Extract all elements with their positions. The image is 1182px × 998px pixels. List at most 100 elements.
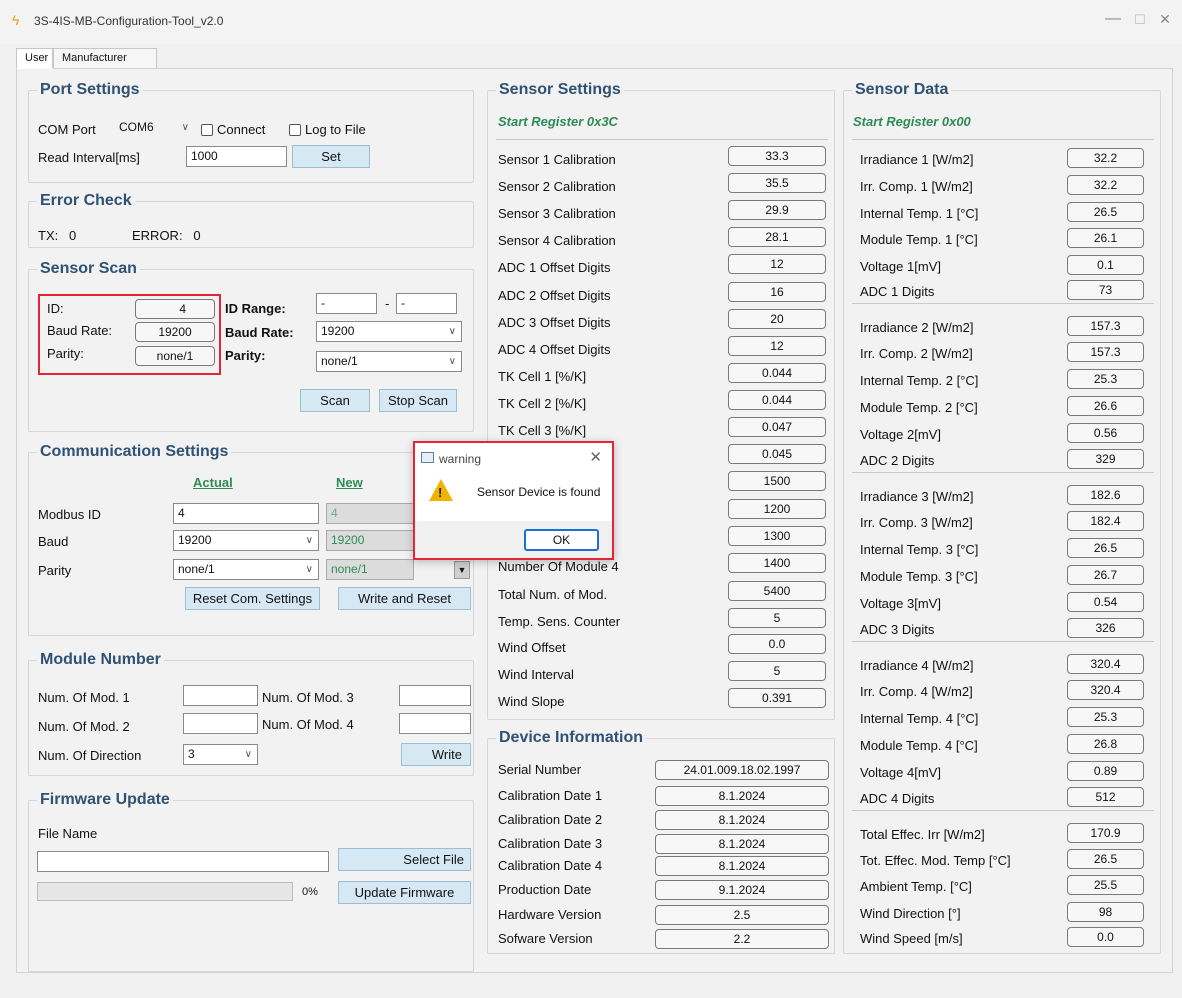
update-firmware-button[interactable]: Update Firmware bbox=[338, 881, 471, 904]
sensor-setting-value: 16 bbox=[728, 282, 826, 302]
stop-scan-button[interactable]: Stop Scan bbox=[379, 389, 457, 412]
modbus-new-input[interactable]: 4 bbox=[326, 503, 414, 524]
close-button[interactable]: ✕ bbox=[1150, 11, 1180, 28]
divider bbox=[852, 472, 1154, 473]
sensor-data-value: 25.5 bbox=[1067, 875, 1144, 895]
log-to-file-checkbox[interactable]: Log to File bbox=[289, 122, 366, 137]
sensor-data-label: Internal Temp. 3 [°C] bbox=[860, 542, 979, 557]
id-range-to-input[interactable]: - bbox=[396, 293, 457, 314]
sensor-setting-label: Number Of Module 4 bbox=[498, 559, 619, 574]
sensor-data-value: 157.3 bbox=[1067, 316, 1144, 336]
baud-label: Baud bbox=[38, 534, 69, 549]
minimize-button[interactable]: — bbox=[1098, 10, 1128, 28]
module-write-button[interactable]: Write bbox=[401, 743, 471, 766]
mod4-input[interactable] bbox=[399, 713, 471, 734]
mod1-label: Num. Of Mod. 1 bbox=[38, 690, 130, 705]
sensor-data-label: Voltage 1[mV] bbox=[860, 259, 941, 274]
sensor-data-value: 32.2 bbox=[1067, 148, 1144, 168]
device-info-value: 8.1.2024 bbox=[655, 786, 829, 806]
device-info-value: 8.1.2024 bbox=[655, 834, 829, 854]
connect-checkbox[interactable]: Connect bbox=[201, 122, 265, 137]
mod2-input[interactable] bbox=[183, 713, 258, 734]
chevron-down-icon: ∨ bbox=[181, 122, 189, 133]
ok-button[interactable]: OK bbox=[524, 529, 599, 551]
direction-select[interactable]: 3 ∨ bbox=[183, 744, 258, 765]
firmware-progress-percent: 0% bbox=[302, 886, 318, 898]
sensor-data-value: 26.5 bbox=[1067, 849, 1144, 869]
sensor-data-label: ADC 3 Digits bbox=[860, 622, 935, 637]
actual-header: Actual bbox=[193, 475, 233, 490]
sensor-data-value: 26.8 bbox=[1067, 734, 1144, 754]
sensor-scan-title: Sensor Scan bbox=[37, 260, 140, 278]
sensor-setting-label: ADC 1 Offset Digits bbox=[498, 260, 611, 275]
device-info-label: Calibration Date 2 bbox=[498, 812, 603, 827]
set-button[interactable]: Set bbox=[292, 145, 370, 168]
sensor-settings-start-register: Start Register 0x3C bbox=[498, 114, 618, 129]
parity-new-select[interactable]: none/1 bbox=[326, 559, 414, 580]
baud-new-select[interactable]: 19200 bbox=[326, 530, 414, 551]
tab-manufacturer[interactable]: Manufacturer bbox=[53, 48, 157, 69]
sensor-data-value: 182.6 bbox=[1067, 485, 1144, 505]
sensor-setting-value: 1500 bbox=[728, 471, 826, 491]
divider bbox=[496, 139, 828, 140]
sensor-setting-label: ADC 3 Offset Digits bbox=[498, 315, 611, 330]
sensor-setting-label: TK Cell 3 [%/K] bbox=[498, 423, 587, 438]
device-info-value: 24.01.009.18.02.1997 bbox=[655, 760, 829, 780]
scan-button[interactable]: Scan bbox=[300, 389, 370, 412]
sensor-data-value: 0.56 bbox=[1067, 423, 1144, 443]
device-info-label: Calibration Date 3 bbox=[498, 836, 603, 851]
sensor-setting-label: Sensor 1 Calibration bbox=[498, 152, 616, 167]
dropdown-arrow-icon[interactable]: ▼ bbox=[454, 561, 470, 579]
divider bbox=[852, 303, 1154, 304]
sensor-data-value: 0.0 bbox=[1067, 927, 1144, 947]
sensor-setting-value: 12 bbox=[728, 336, 826, 356]
tab-user[interactable]: User bbox=[16, 48, 53, 69]
sensor-data-label: Module Temp. 1 [°C] bbox=[860, 232, 978, 247]
sensor-data-label: Irradiance 2 [W/m2] bbox=[860, 320, 974, 335]
sensor-data-label: Irr. Comp. 2 [W/m2] bbox=[860, 346, 973, 361]
mod1-input[interactable] bbox=[183, 685, 258, 706]
parity-actual-select[interactable]: none/1 ∨ bbox=[173, 559, 319, 580]
device-info-value: 2.5 bbox=[655, 905, 829, 925]
sensor-settings-title: Sensor Settings bbox=[496, 81, 624, 99]
file-name-input[interactable] bbox=[37, 851, 329, 872]
sensor-data-label: Irradiance 3 [W/m2] bbox=[860, 489, 974, 504]
error-check-title: Error Check bbox=[37, 192, 135, 210]
scan-baud-select[interactable]: 19200 ∨ bbox=[316, 321, 462, 342]
dialog-close-icon[interactable]: ✕ bbox=[589, 448, 602, 466]
sensor-setting-value: 0.044 bbox=[728, 390, 826, 410]
write-and-reset-button[interactable]: Write and Reset bbox=[338, 587, 471, 610]
id-range-from-input[interactable]: - bbox=[316, 293, 377, 314]
com-port-select[interactable]: COM6 ∨ bbox=[113, 118, 194, 139]
read-interval-input[interactable]: 1000 bbox=[186, 146, 287, 167]
window-title: 3S-4IS-MB-Configuration-Tool_v2.0 bbox=[34, 14, 224, 28]
sensor-data-value: 25.3 bbox=[1067, 707, 1144, 727]
modbus-actual-input[interactable]: 4 bbox=[173, 503, 319, 524]
sensor-data-label: Module Temp. 2 [°C] bbox=[860, 400, 978, 415]
sensor-data-value: 0.1 bbox=[1067, 255, 1144, 275]
checkbox-icon bbox=[289, 124, 301, 136]
communication-settings-title: Communication Settings bbox=[37, 443, 232, 461]
reset-com-settings-button[interactable]: Reset Com. Settings bbox=[185, 587, 320, 610]
warning-mark: ! bbox=[438, 485, 443, 500]
sensor-data-label: Internal Temp. 2 [°C] bbox=[860, 373, 979, 388]
scan-baud-value: 19200 bbox=[135, 322, 215, 342]
file-name-label: File Name bbox=[38, 826, 98, 841]
tx-counter: TX: 0 bbox=[38, 228, 77, 243]
sensor-data-label: Module Temp. 3 [°C] bbox=[860, 569, 978, 584]
baud-actual-select[interactable]: 19200 ∨ bbox=[173, 530, 319, 551]
sensor-data-value: 26.7 bbox=[1067, 565, 1144, 585]
scan-parity-select[interactable]: none/1 ∨ bbox=[316, 351, 462, 372]
mod3-input[interactable] bbox=[399, 685, 471, 706]
warning-dialog: warning ✕ ! Sensor Device is found OK bbox=[413, 441, 614, 560]
sensor-setting-value: 28.1 bbox=[728, 227, 826, 247]
device-info-value: 8.1.2024 bbox=[655, 810, 829, 830]
select-file-button[interactable]: Select File bbox=[338, 848, 471, 871]
sensor-data-value: 170.9 bbox=[1067, 823, 1144, 843]
sensor-setting-label: Temp. Sens. Counter bbox=[498, 614, 621, 629]
device-info-label: Production Date bbox=[498, 882, 592, 897]
sensor-setting-label: Sensor 4 Calibration bbox=[498, 233, 616, 248]
error-check-group: Error Check bbox=[28, 192, 474, 248]
window-icon bbox=[421, 452, 434, 463]
sensor-setting-label: Wind Slope bbox=[498, 694, 565, 709]
